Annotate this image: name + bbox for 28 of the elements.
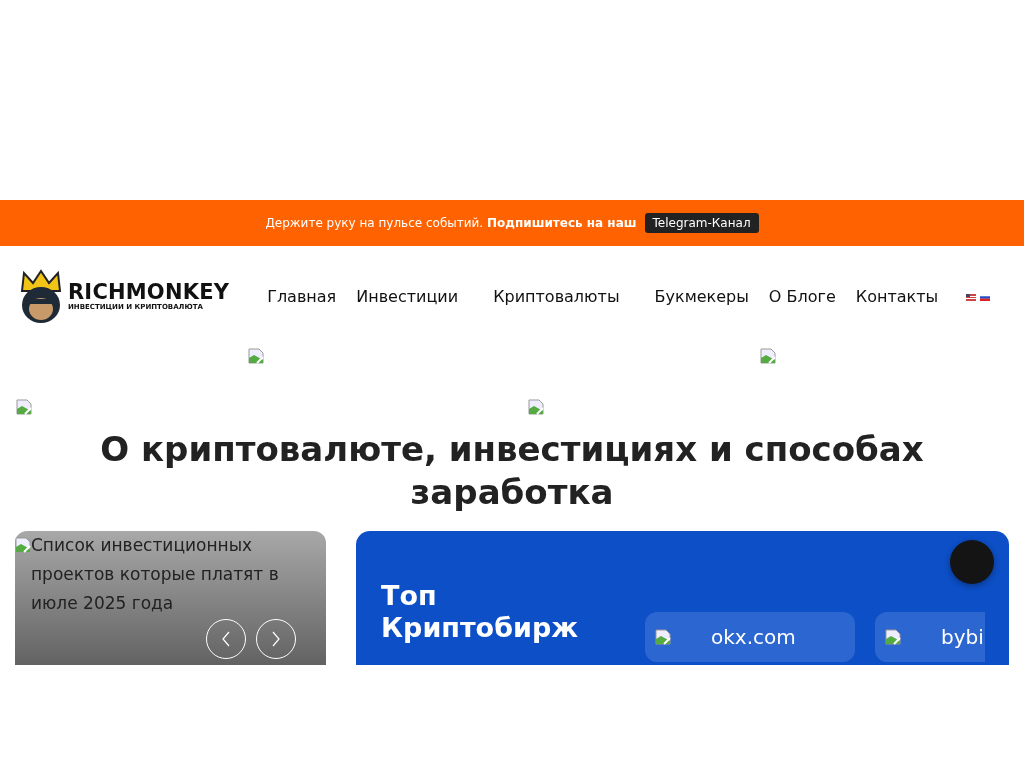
chevron-left-icon (221, 631, 231, 647)
chevron-right-icon (271, 631, 281, 647)
nav-link[interactable]: Криптовалюты (493, 285, 620, 309)
logo-text: RICHMONKEY (68, 282, 230, 304)
nav-link[interactable]: Главная (267, 285, 337, 309)
round-button[interactable] (950, 540, 994, 584)
page-heading: О криптовалюте, инвестициях и способах заработка (99, 428, 925, 513)
exchange-button[interactable]: okx.com (645, 612, 855, 662)
post-card[interactable]: Список инвестиционных проектов которые платят в июле 2025 года (15, 531, 326, 665)
nav-link[interactable]: О Блоге (768, 285, 836, 309)
broken-image-icon (760, 348, 776, 364)
broken-image-icon (528, 398, 544, 415)
nav-link[interactable]: Букмекеры (654, 285, 749, 309)
exchange-button[interactable]: bybi (875, 612, 985, 662)
broken-image-icon (15, 537, 31, 553)
ru-flag-icon[interactable] (980, 293, 990, 301)
us-flag-icon[interactable] (966, 293, 976, 301)
broken-image-icon (16, 398, 32, 415)
image-alt-text: Список инвестиционных проектов которые платят в июле 2025 года (31, 534, 280, 615)
nav-link[interactable]: Инвестиции (356, 285, 459, 309)
broken-image-icon (885, 629, 901, 645)
broken-image-icon (655, 629, 671, 645)
announcement-text: Держите руку на пульсе событий. Подпишитесь на наш (265, 215, 637, 232)
telegram-button[interactable]: Telegram-Канал (644, 213, 759, 233)
broken-image-icon (248, 348, 264, 364)
nav-link[interactable]: Контакты (855, 285, 939, 309)
card-title: Топ Криптобирж (381, 580, 580, 645)
monkey-logo-drawing (18, 269, 64, 325)
